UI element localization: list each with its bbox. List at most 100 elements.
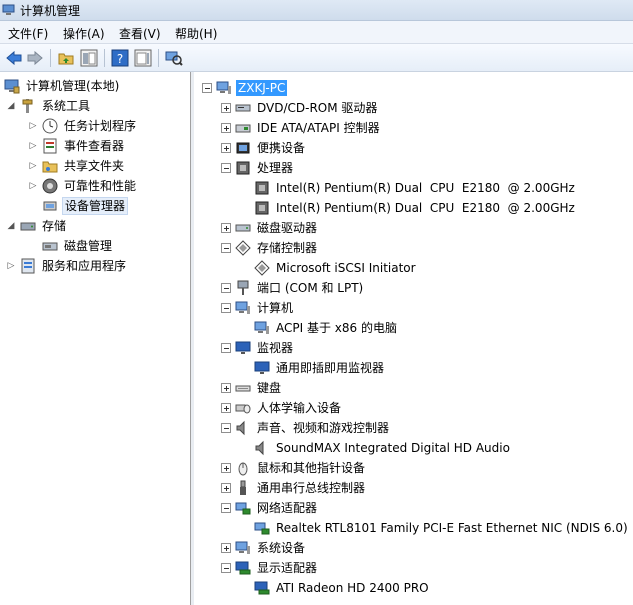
tree-item-storage[interactable]: ◢ 存储 <box>6 216 68 235</box>
scan-hardware-icon[interactable] <box>164 48 184 68</box>
collapse-box-icon[interactable] <box>221 302 231 313</box>
device-label: 存储控制器 <box>257 240 318 255</box>
network-adapter-icon <box>254 520 270 536</box>
tree-item-device-manager[interactable]: 设备管理器 <box>42 196 129 215</box>
device-realtek[interactable]: Realtek RTL8101 Family PCI-E Fast Ethern… <box>254 518 630 537</box>
computer-management-icon <box>2 3 15 16</box>
collapse-box-icon[interactable] <box>221 562 231 573</box>
clock-icon <box>42 118 58 134</box>
device-label: 磁盘驱动器 <box>257 220 318 235</box>
tree-item-event-viewer[interactable]: ▷ 事件查看器 <box>28 136 126 155</box>
menu-file[interactable]: 文件(F) <box>8 25 48 42</box>
device-iscsi[interactable]: Microsoft iSCSI Initiator <box>254 258 418 277</box>
menu-action[interactable]: 操作(A) <box>63 25 105 42</box>
properties-icon[interactable] <box>133 48 153 68</box>
device-category-processors[interactable]: 处理器 <box>221 158 295 177</box>
device-cpu-2[interactable]: Intel(R) Pentium(R) Dual CPU E2180 @ 2.0… <box>254 198 577 217</box>
tree-item-shared-folders[interactable]: ▷ 共享文件夹 <box>28 156 126 175</box>
device-category-monitors[interactable]: 监视器 <box>221 338 295 357</box>
device-acpi[interactable]: ACPI 基于 x86 的电脑 <box>254 318 399 337</box>
processor-icon <box>235 160 251 176</box>
expand-triangle-icon[interactable]: ▷ <box>6 261 16 271</box>
expand-box-icon[interactable] <box>221 402 231 413</box>
device-ati[interactable]: ATI Radeon HD 2400 PRO <box>254 578 431 597</box>
collapse-triangle-icon[interactable]: ◢ <box>6 101 16 111</box>
tree-label: 事件查看器 <box>64 138 125 153</box>
device-category-storage-controllers[interactable]: 存储控制器 <box>221 238 319 257</box>
help-icon[interactable]: ? <box>110 48 130 68</box>
ide-controller-icon <box>235 120 251 136</box>
tree-label: 共享文件夹 <box>64 158 125 173</box>
device-root[interactable]: ZXKJ-PC <box>202 78 288 97</box>
device-label: 通用串行总线控制器 <box>257 480 366 495</box>
speaker-icon <box>254 440 270 456</box>
expand-box-icon[interactable] <box>221 382 231 393</box>
collapse-triangle-icon[interactable]: ◢ <box>6 221 16 231</box>
device-label: ATI Radeon HD 2400 PRO <box>276 580 429 595</box>
disk-icon <box>42 238 58 254</box>
device-category-dvd[interactable]: DVD/CD-ROM 驱动器 <box>221 98 379 117</box>
device-category-display[interactable]: 显示适配器 <box>221 558 319 577</box>
collapse-box-icon[interactable] <box>202 82 212 93</box>
device-category-ports[interactable]: 端口 (COM 和 LPT) <box>221 278 365 297</box>
collapse-box-icon[interactable] <box>221 242 231 253</box>
device-category-sound[interactable]: 声音、视频和游戏控制器 <box>221 418 391 437</box>
device-cpu-1[interactable]: Intel(R) Pentium(R) Dual CPU E2180 @ 2.0… <box>254 178 577 197</box>
collapse-box-icon[interactable] <box>221 162 231 173</box>
device-category-usb[interactable]: 通用串行总线控制器 <box>221 478 367 497</box>
expand-triangle-icon[interactable]: ▷ <box>28 121 38 131</box>
device-soundmax[interactable]: SoundMAX Integrated Digital HD Audio <box>254 438 512 457</box>
expand-box-icon[interactable] <box>221 542 231 553</box>
device-category-ide[interactable]: IDE ATA/ATAPI 控制器 <box>221 118 382 137</box>
collapse-box-icon[interactable] <box>221 342 231 353</box>
device-category-system-devices[interactable]: 系统设备 <box>221 538 307 557</box>
hid-icon <box>235 400 251 416</box>
svg-text:?: ? <box>117 52 123 66</box>
menu-view[interactable]: 查看(V) <box>119 25 161 42</box>
expand-triangle-icon[interactable]: ▷ <box>28 161 38 171</box>
device-label: 网络适配器 <box>257 500 318 515</box>
device-label: 便携设备 <box>257 140 306 155</box>
tree-item-task-scheduler[interactable]: ▷ 任务计划程序 <box>28 116 138 135</box>
device-pnp-monitor[interactable]: 通用即插即用监视器 <box>254 358 386 377</box>
device-label: 计算机 <box>257 300 294 315</box>
up-folder-icon[interactable] <box>56 48 76 68</box>
device-label: Microsoft iSCSI Initiator <box>276 260 416 275</box>
tree-item-root[interactable]: 计算机管理(本地) <box>4 76 121 95</box>
tree-item-services-apps[interactable]: ▷ 服务和应用程序 <box>6 256 128 275</box>
back-arrow-icon[interactable] <box>4 48 24 68</box>
expand-triangle-icon[interactable]: ▷ <box>28 141 38 151</box>
expand-box-icon[interactable] <box>221 482 231 493</box>
tree-item-system-tools[interactable]: ◢ 系统工具 <box>6 96 92 115</box>
tree-item-disk-management[interactable]: 磁盘管理 <box>42 236 114 255</box>
collapse-box-icon[interactable] <box>221 282 231 293</box>
device-label: ACPI 基于 x86 的电脑 <box>276 320 397 335</box>
collapse-box-icon[interactable] <box>221 502 231 513</box>
device-category-hid[interactable]: 人体学输入设备 <box>221 398 343 417</box>
device-category-computer[interactable]: 计算机 <box>221 298 295 317</box>
navigation-tree: 计算机管理(本地) ◢ 系统工具 ▷ 任务计划程序 ▷ 事件查看器 ▷ 共享文件… <box>0 72 191 605</box>
tree-label: 存储 <box>42 218 67 233</box>
network-adapter-icon <box>235 500 251 516</box>
show-hide-tree-icon[interactable] <box>79 48 99 68</box>
device-category-keyboards[interactable]: 键盘 <box>221 378 283 397</box>
tree-item-reliability[interactable]: ▷ 可靠性和性能 <box>28 176 138 195</box>
expand-box-icon[interactable] <box>221 142 231 153</box>
expand-box-icon[interactable] <box>221 222 231 233</box>
speaker-icon <box>235 420 251 436</box>
expand-box-icon[interactable] <box>221 102 231 113</box>
device-category-network[interactable]: 网络适配器 <box>221 498 319 517</box>
device-category-portable[interactable]: 便携设备 <box>221 138 307 157</box>
device-category-mice[interactable]: 鼠标和其他指针设备 <box>221 458 367 477</box>
device-category-disk-drives[interactable]: 磁盘驱动器 <box>221 218 319 237</box>
expand-triangle-icon[interactable]: ▷ <box>28 181 38 191</box>
device-label: 监视器 <box>257 340 294 355</box>
expand-box-icon[interactable] <box>221 122 231 133</box>
tree-label: 任务计划程序 <box>64 118 137 133</box>
forward-arrow-icon[interactable] <box>25 48 45 68</box>
collapse-box-icon[interactable] <box>221 422 231 433</box>
menu-help[interactable]: 帮助(H) <box>175 25 217 42</box>
display-adapter-icon <box>235 560 251 576</box>
expand-box-icon[interactable] <box>221 462 231 473</box>
device-label: 鼠标和其他指针设备 <box>257 460 366 475</box>
